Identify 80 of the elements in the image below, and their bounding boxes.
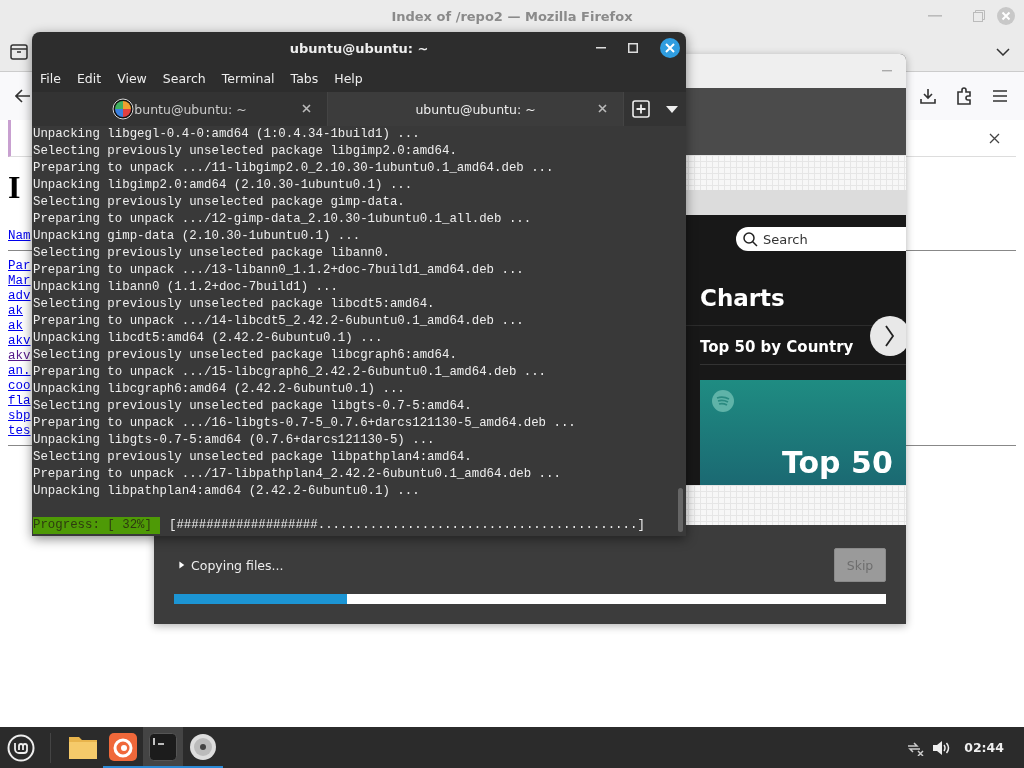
terminal-line: Preparing to unpack .../11-libgimp2.0_2.10.30-1ubuntu0.1_amd64.deb ... [33, 160, 554, 177]
chevron-down-icon[interactable] [996, 47, 1010, 56]
terminal-tab[interactable]: buntu@ubuntu: ~ [32, 92, 328, 126]
terminal-launcher[interactable] [143, 727, 183, 768]
terminal-line: Unpacking gimp-data (2.10.30-1ubuntu0.1) ... [33, 228, 361, 245]
close-icon[interactable] [302, 104, 311, 113]
terminal-line: Unpacking libann0 (1.1.2+doc-7build1) ... [33, 279, 338, 296]
menu-item[interactable]: Edit [76, 70, 102, 86]
terminal-line: Selecting previously unselected package libgimp2.0:amd64. [33, 143, 457, 160]
terminal-line: Unpacking libcgraph6:amd64 (2.42.2-6ubuntu0.1) ... [33, 381, 405, 398]
terminal-line: Unpacking libpathplan4:amd64 (2.42.2-6ubuntu0.1) ... [33, 483, 420, 500]
window-title: Index of /repo2 — Mozilla Firefox [391, 8, 633, 24]
terminal-line: Selecting previously unselected package libgts-0.7-5:amd64. [33, 398, 472, 415]
progress-label: Progress: [ 32%] [33, 517, 160, 534]
menu-item[interactable]: Help [334, 70, 363, 86]
terminal-line: Preparing to unpack .../13-libann0_1.1.2+doc-7build1_amd64.deb ... [33, 262, 524, 279]
terminal-line: Unpacking libgts-0.7-5:amd64 (0.7.6+darcs121130-5) ... [33, 432, 435, 449]
terminal-line: Unpacking libgimp2.0:amd64 (2.10.30-1ubuntu0.1) ... [33, 177, 413, 194]
close-icon[interactable] [989, 132, 1000, 144]
card-title: Top 50 [782, 446, 894, 480]
volume-icon[interactable] [932, 739, 951, 756]
scrollbar-thumb[interactable] [678, 488, 683, 532]
file-link[interactable]: Mar [8, 274, 31, 289]
puzzle-icon[interactable] [956, 87, 972, 105]
file-link[interactable]: ak [8, 319, 23, 334]
maximize-icon[interactable] [628, 43, 638, 53]
disc-icon [189, 732, 217, 761]
terminal-line: Preparing to unpack .../15-libcgraph6_2.42.2-6ubuntu0.1_amd64.deb ... [33, 364, 547, 381]
file-link[interactable]: coo [8, 379, 31, 394]
file-link[interactable]: akv [8, 334, 31, 349]
close-icon[interactable] [598, 104, 607, 113]
page-title: Charts [700, 284, 786, 313]
tray-icon[interactable] [10, 43, 28, 60]
terminal-line: Selecting previously unselected package libcgraph6:amd64. [33, 347, 457, 364]
expander-triangle-icon [178, 560, 185, 570]
terminal-line: Preparing to unpack .../12-gimp-data_2.10.30-1ubuntu0.1_all.deb ... [33, 211, 532, 228]
terminal-line: Preparing to unpack .../14-libcdt5_2.42.2-6ubuntu0.1_amd64.deb ... [33, 313, 524, 330]
menu-logo-icon[interactable] [7, 733, 35, 762]
minimize-icon[interactable] [596, 47, 606, 49]
sound-waves-logo-icon [712, 390, 734, 412]
terminal-line: Preparing to unpack .../16-libgts-0.7-5_0.7.6+darcs121130-5_amd64.deb ... [33, 415, 576, 432]
terminal-line: Selecting previously unselected package gimp-data. [33, 194, 405, 211]
new-tab-icon[interactable] [632, 100, 650, 118]
page-heading: I [8, 168, 21, 207]
clock[interactable]: 02:44 [964, 740, 1004, 755]
browser-logo-icon [109, 732, 137, 761]
terminal-line: Selecting previously unselected package libpathplan4:amd64. [33, 449, 472, 466]
menu-item[interactable]: Terminal [221, 70, 275, 86]
color-wheel-icon [112, 98, 135, 120]
file-link[interactable]: sbp [8, 409, 31, 424]
terminal-line: Selecting previously unselected package libcdt5:amd64. [33, 296, 435, 313]
menu-item[interactable]: Search [162, 70, 206, 86]
section-heading: Top 50 by Country [700, 337, 855, 357]
terminal-line: Unpacking libcdt5:amd64 (2.42.2-6ubuntu0.1) ... [33, 330, 383, 347]
file-link[interactable]: an. [8, 364, 31, 379]
download-icon[interactable] [920, 88, 936, 104]
dropdown-triangle-icon[interactable] [666, 105, 678, 113]
menu-icon[interactable] [992, 89, 1008, 103]
terminal-icon [149, 732, 177, 761]
terminal-line: Unpacking libgegl-0.4-0:amd64 (1:0.4.34-1build1) ... [33, 126, 420, 143]
file-link[interactable]: ak [8, 304, 23, 319]
file-link[interactable]: fla [8, 394, 31, 409]
back-arrow-icon[interactable] [15, 89, 31, 103]
status-expander[interactable]: Copying files... [178, 557, 284, 573]
file-link[interactable]: akv [8, 349, 31, 364]
terminal-line: Selecting previously unselected package libann0. [33, 245, 390, 262]
file-link[interactable]: adv [8, 289, 31, 304]
menu-item[interactable]: View [117, 70, 147, 86]
file-link[interactable]: tes [8, 424, 31, 439]
network-disconnected-icon[interactable] [906, 739, 925, 756]
menu-item[interactable]: Tabs [290, 70, 319, 86]
column-header-link[interactable]: Nam [8, 229, 31, 244]
close-icon[interactable] [660, 38, 680, 58]
file-link[interactable]: Par [8, 259, 31, 274]
window-title: ubuntu@ubuntu: ~ [289, 40, 429, 56]
search-icon [743, 232, 758, 247]
terminal-tab[interactable]: ubuntu@ubuntu: ~ [328, 92, 624, 126]
terminal-line: Preparing to unpack .../17-libpathplan4_2.42.2-6ubuntu0.1_amd64.deb ... [33, 466, 561, 483]
menu-item[interactable]: File [40, 70, 61, 86]
progress-text: [###################...........................................] [169, 517, 645, 534]
